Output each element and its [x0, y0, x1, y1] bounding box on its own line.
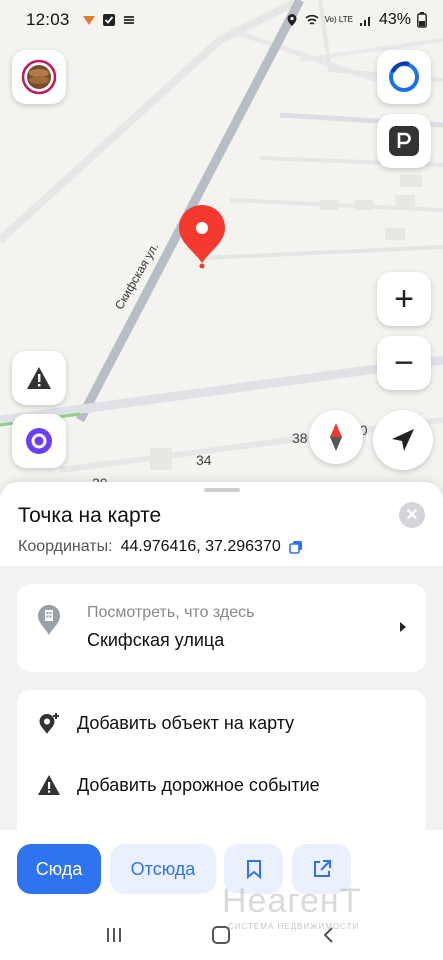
plus-icon: +	[394, 280, 414, 318]
what-is-here-card[interactable]: Посмотреть, что здесь Скифская улица	[17, 584, 426, 672]
map-view[interactable]: Скифская ул. 34 38 30 30	[0, 0, 443, 500]
alice-button[interactable]	[12, 414, 66, 468]
avatar-icon	[21, 59, 57, 95]
profile-avatar-button[interactable]	[12, 50, 66, 104]
recent-apps-icon[interactable]	[104, 925, 124, 945]
route-to-button[interactable]: Сюда	[17, 844, 101, 894]
house-number-label: 34	[196, 452, 212, 468]
wifi-icon	[305, 14, 319, 25]
house-number-label: 38	[292, 430, 308, 446]
location-pin-icon	[179, 205, 225, 269]
checkbox-notification-icon	[102, 14, 115, 26]
battery-percent: 43%	[378, 11, 411, 28]
signal-icon	[359, 17, 370, 26]
add-object-action[interactable]: Добавить объект на карту	[17, 698, 426, 748]
app-notification-icon	[82, 16, 95, 25]
alice-icon	[26, 428, 52, 454]
sheet-header: Точка на карте Координаты: 44.976416, 37…	[0, 482, 443, 566]
sheet-grabber[interactable]	[203, 488, 240, 492]
battery-icon	[417, 12, 427, 28]
add-location-icon	[39, 713, 59, 734]
parking-button[interactable]	[377, 114, 431, 168]
system-nav-bar	[0, 910, 443, 960]
sheet-title: Точка на карте	[18, 504, 162, 527]
compass-button[interactable]	[309, 410, 363, 464]
warning-icon	[38, 775, 60, 795]
notification-icons	[82, 13, 136, 27]
share-icon	[313, 860, 331, 877]
chevron-right-icon	[400, 622, 406, 632]
close-icon: ✕	[405, 507, 419, 524]
parking-icon	[389, 126, 419, 156]
location-status-icon	[287, 14, 297, 26]
navigation-arrow-icon	[392, 429, 414, 451]
place-name: Скифская улица	[87, 630, 225, 650]
screen: Скифская ул. 34 38 30 30	[0, 0, 443, 960]
bookmark-icon	[246, 860, 261, 879]
compass-icon	[330, 423, 342, 451]
copy-icon[interactable]	[288, 540, 303, 554]
assistant-button[interactable]	[377, 50, 431, 104]
network-type: Vo) LTE	[324, 15, 353, 24]
add-object-label: Добавить объект на карту	[77, 712, 295, 733]
road-event-button[interactable]	[12, 351, 66, 405]
actions-card: Добавить объект на карту Добавить дорожн…	[17, 690, 426, 840]
alice-ring-icon	[389, 61, 419, 92]
document-notification-icon	[123, 16, 134, 24]
building-pin-icon	[38, 605, 60, 635]
back-icon[interactable]	[319, 925, 339, 945]
warning-icon	[27, 367, 51, 389]
my-location-button[interactable]	[373, 410, 433, 470]
what-is-here-label: Посмотреть, что здесь	[87, 604, 255, 621]
add-road-event-action[interactable]: Добавить дорожное событие	[17, 760, 426, 810]
minus-icon: −	[394, 344, 414, 382]
status-right: Vo) LTE 43%	[285, 11, 427, 29]
coordinates-value[interactable]: 44.976416, 37.296370	[121, 538, 281, 556]
route-from-button[interactable]: Отсюда	[110, 844, 216, 894]
status-time: 12:03	[26, 10, 70, 29]
add-road-event-label: Добавить дорожное событие	[77, 774, 320, 795]
close-button[interactable]: ✕	[399, 502, 425, 528]
zoom-out-button[interactable]: −	[377, 336, 431, 390]
status-bar: 12:03 Vo) LTE 43%	[0, 0, 443, 40]
coordinates-label: Координаты:	[18, 538, 113, 555]
zoom-in-button[interactable]: +	[377, 272, 431, 326]
home-icon[interactable]	[211, 925, 231, 945]
coordinates-row: Координаты: 44.976416, 37.296370	[18, 538, 425, 556]
